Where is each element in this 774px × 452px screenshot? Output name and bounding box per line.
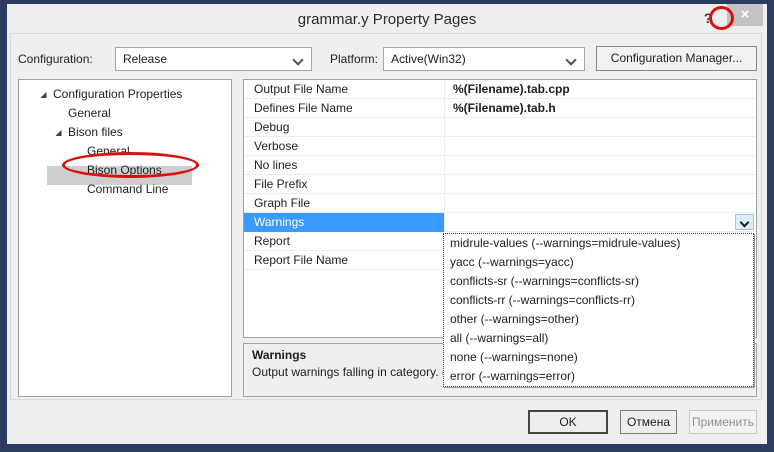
property-label: Report File Name [244,251,444,270]
dropdown-option-other[interactable]: other (--warnings=other) [444,310,753,329]
configuration-select[interactable]: Release [115,47,312,71]
property-label: Graph File [244,194,444,213]
property-row-output-file-name[interactable]: Output File Name %(Filename).tab.cpp [244,80,756,99]
dropdown-option-none[interactable]: none (--warnings=none) [444,348,753,367]
warnings-dropdown-button[interactable] [735,214,754,230]
chevron-down-icon [565,54,576,65]
expander-icon[interactable]: ◢ [49,123,68,142]
category-tree: ◢ Configuration Properties General ◢ Bis… [18,79,232,397]
property-value [444,175,756,194]
dropdown-option-yacc[interactable]: yacc (--warnings=yacc) [444,253,753,272]
configuration-label: Configuration: [18,47,93,71]
property-row-debug[interactable]: Debug [244,118,756,137]
dialog-title: grammar.y Property Pages [7,11,767,28]
property-value [444,118,756,137]
property-value: %(Filename).tab.cpp [444,80,756,99]
tree-item-configuration-properties[interactable]: ◢ Configuration Properties [19,85,231,104]
apply-button: Применить [689,410,757,434]
tree-item-label: Configuration Properties [53,85,182,104]
property-row-defines-file-name[interactable]: Defines File Name %(Filename).tab.h [244,99,756,118]
platform-value: Active(Win32) [391,52,466,66]
warnings-value-editor [444,213,756,232]
property-row-file-prefix[interactable]: File Prefix [244,175,756,194]
property-label: Warnings [244,213,444,232]
property-value: %(Filename).tab.h [444,99,756,118]
property-value [444,137,756,156]
tree-item-general[interactable]: General [19,104,231,123]
annotation-circle-help [709,6,734,30]
tree-item-label: Command Line [87,180,168,199]
property-value [444,194,756,213]
dropdown-option-conflicts-rr[interactable]: conflicts-rr (--warnings=conflicts-rr) [444,291,753,310]
platform-label: Platform: [330,47,378,71]
platform-select[interactable]: Active(Win32) [383,47,585,71]
warnings-dropdown-list: midrule-values (--warnings=midrule-value… [443,233,754,387]
property-value [444,156,756,175]
property-row-verbose[interactable]: Verbose [244,137,756,156]
property-label: Defines File Name [244,99,444,118]
property-pages-dialog: grammar.y Property Pages ? × Configurati… [7,4,767,444]
property-row-graph-file[interactable]: Graph File [244,194,756,213]
dropdown-option-midrule-values[interactable]: midrule-values (--warnings=midrule-value… [444,234,753,253]
property-label: Verbose [244,137,444,156]
chevron-down-icon [740,218,750,228]
cancel-button[interactable]: Отмена [620,410,677,434]
property-label: No lines [244,156,444,175]
dropdown-option-error[interactable]: error (--warnings=error) [444,367,753,386]
ok-button[interactable]: OK [528,410,608,434]
tree-item-label: Bison files [68,123,123,142]
configuration-value: Release [123,52,167,66]
tree-item-label: General [68,104,111,123]
annotation-circle-bison-options [62,152,199,178]
property-row-no-lines[interactable]: No lines [244,156,756,175]
tree-item-bison-files[interactable]: ◢ Bison files [19,123,231,142]
chevron-down-icon [292,54,303,65]
property-row-warnings[interactable]: Warnings [244,213,756,232]
property-label: Debug [244,118,444,137]
expander-icon[interactable]: ◢ [34,85,53,104]
property-label: File Prefix [244,175,444,194]
property-label: Output File Name [244,80,444,99]
dropdown-option-conflicts-sr[interactable]: conflicts-sr (--warnings=conflicts-sr) [444,272,753,291]
property-label: Report [244,232,444,251]
tree-item-command-line[interactable]: Command Line [19,180,231,199]
configuration-manager-button[interactable]: Configuration Manager... [596,46,757,71]
dropdown-option-all[interactable]: all (--warnings=all) [444,329,753,348]
